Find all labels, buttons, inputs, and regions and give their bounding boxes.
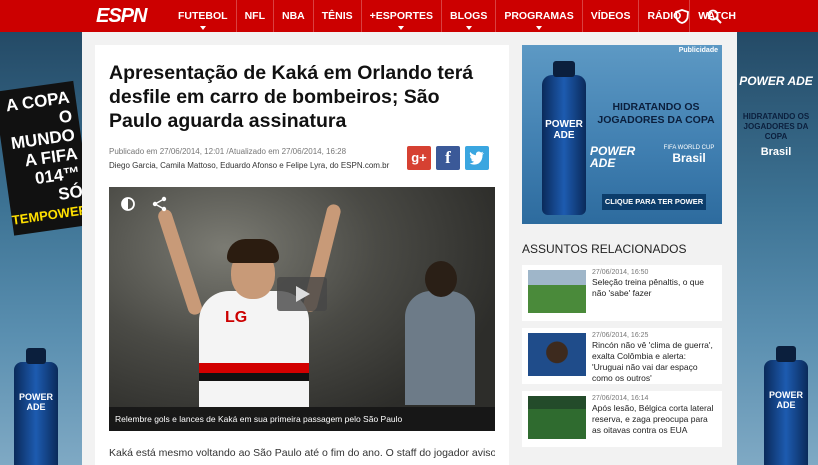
related-thumbnail[interactable] [528, 333, 586, 376]
related-item[interactable]: 27/06/2014, 16:25 Rincón não vê 'clima d… [522, 328, 722, 384]
nav-nfl[interactable]: NFL [235, 0, 273, 32]
skin-right-text: HIDRATANDO OS JOGADORES DA COPA [742, 112, 810, 141]
ad-cta-button[interactable]: CLIQUE PARA TER POWER [602, 194, 706, 210]
video-player[interactable]: LG Relembre gols e lances de Kaká em sua… [109, 187, 495, 431]
bottle-image: POWER ADE [542, 61, 586, 215]
related-thumbnail[interactable] [528, 396, 586, 439]
twitter-share-button[interactable] [465, 146, 489, 170]
related-list: 27/06/2014, 16:50 Seleção treina pênalti… [522, 265, 722, 454]
related-item[interactable]: 27/06/2014, 16:14 Após lesão, Bélgica co… [522, 391, 722, 447]
powerade-logo: POWER ADE [590, 144, 636, 170]
brasil-logo: Brasil [760, 146, 792, 158]
ad-label: Publicidade [678, 47, 718, 54]
powerade-ad[interactable]: Publicidade POWER ADE HIDRATANDO OS JOGA… [522, 45, 722, 224]
nav-futebol[interactable]: FUTEBOL [170, 0, 236, 32]
espn-logo[interactable]: ESPN [96, 5, 156, 28]
bottle-image: POWER ADE [764, 346, 808, 465]
goalkeeper-figure [401, 255, 479, 405]
fifa-brasil-logo: FIFA WORLD CUP Brasil [663, 145, 715, 165]
page-container: Apresentação de Kaká em Orlando terá des… [82, 32, 737, 465]
header-icons [675, 0, 722, 32]
nav-programas[interactable]: PROGRAMAS [495, 0, 581, 32]
chevron-down-icon [536, 26, 543, 30]
video-caption: Relembre gols e lances de Kaká em sua pr… [109, 407, 495, 431]
related-date: 27/06/2014, 16:25 [592, 332, 649, 339]
player-figure: LG [156, 202, 343, 407]
ad-headline: HIDRATANDO OS JOGADORES DA COPA [597, 101, 715, 126]
skin-slogan: A COPA O MUNDO A FIFA 014™ SÓ TEMPOWER [0, 80, 82, 236]
play-button[interactable] [277, 277, 327, 311]
share-buttons: g+ f [407, 146, 489, 170]
shield-icon[interactable] [675, 8, 689, 24]
chevron-down-icon [199, 26, 206, 30]
nav-mais-esportes[interactable]: +ESPORTES [360, 0, 441, 32]
bottle-image: POWER ADE [14, 348, 58, 465]
nav-blogs[interactable]: BLOGS [441, 0, 495, 32]
nav-tenis[interactable]: TÊNIS [312, 0, 361, 32]
top-navigation-bar: ESPN FUTEBOL NFL NBA TÊNIS +ESPORTES BLO… [0, 0, 818, 32]
byline: Publicado em 27/06/2014, 12:01 /Atualiza… [109, 146, 495, 180]
twitter-bird-icon [469, 151, 484, 165]
related-thumbnail[interactable] [528, 270, 586, 313]
skin-left-ad[interactable]: A COPA O MUNDO A FIFA 014™ SÓ TEMPOWER P… [0, 32, 82, 465]
chevron-down-icon [465, 26, 472, 30]
main-nav: FUTEBOL NFL NBA TÊNIS +ESPORTES BLOGS PR… [170, 0, 744, 32]
related-item[interactable]: 27/06/2014, 16:50 Seleção treina pênalti… [522, 265, 722, 321]
facebook-share-button[interactable]: f [436, 146, 460, 170]
nav-nba[interactable]: NBA [273, 0, 313, 32]
related-date: 27/06/2014, 16:14 [592, 395, 649, 402]
toggle-icon[interactable] [119, 195, 137, 213]
related-date: 27/06/2014, 16:50 [592, 269, 649, 276]
related-title[interactable]: Seleção treina pênaltis, o que não 'sabe… [592, 277, 718, 299]
article-title: Apresentação de Kaká em Orlando terá des… [109, 62, 474, 132]
related-title[interactable]: Após lesão, Bélgica corta lateral reserv… [592, 403, 718, 436]
related-title[interactable]: Rincón não vê 'clima de guerra', exalta … [592, 340, 718, 384]
skin-right-ad[interactable]: POWER ADE HIDRATANDO OS JOGADORES DA COP… [736, 32, 818, 465]
chevron-down-icon [398, 26, 405, 30]
powerade-logo: POWER ADE [739, 74, 813, 88]
related-heading: ASSUNTOS RELACIONADOS [522, 242, 687, 256]
search-icon[interactable] [707, 9, 722, 24]
nav-videos[interactable]: VÍDEOS [581, 0, 639, 32]
article-body: Kaká está mesmo voltando ao São Paulo at… [109, 447, 495, 459]
media-toolbar [119, 195, 169, 213]
google-plus-share-button[interactable]: g+ [407, 146, 431, 170]
share-icon[interactable] [151, 195, 169, 213]
